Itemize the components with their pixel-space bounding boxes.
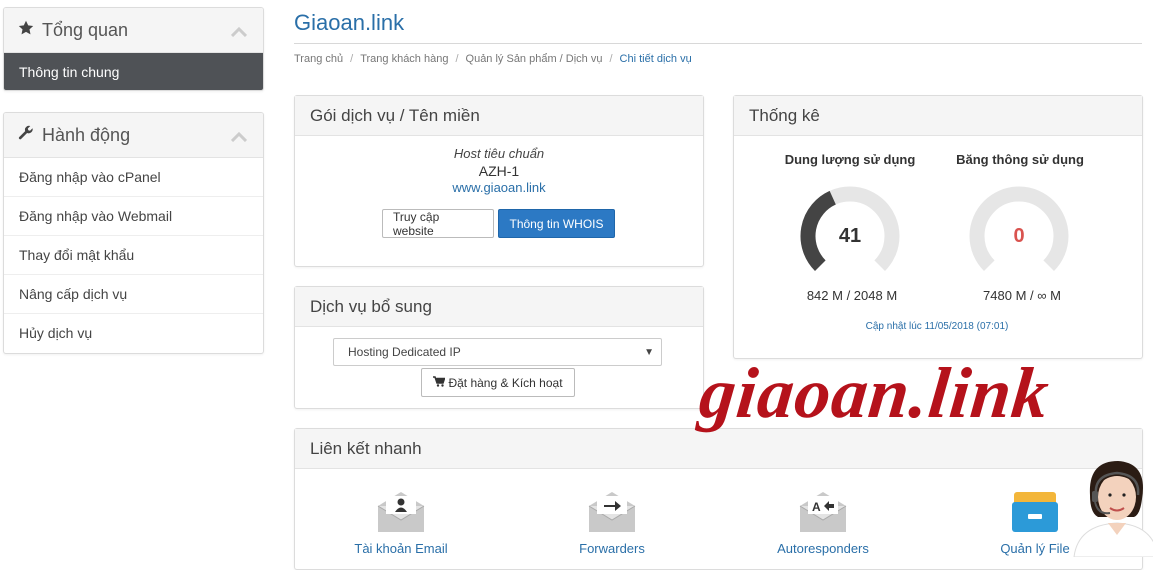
whois-button[interactable]: Thông tin WHOIS bbox=[498, 209, 615, 238]
breadcrumb-products[interactable]: Quản lý Sản phẩm / Dịch vụ bbox=[466, 53, 603, 65]
service-panel-header: Gói dịch vụ / Tên miền bbox=[295, 96, 703, 136]
disk-usage-value: 842 M / 2048 M bbox=[806, 288, 898, 303]
support-avatar bbox=[1073, 461, 1153, 557]
addons-panel-header: Dịch vụ bổ sung bbox=[295, 287, 703, 327]
svg-text:A: A bbox=[812, 500, 821, 514]
caret-down-icon: ▼ bbox=[644, 347, 654, 358]
breadcrumb-client-area[interactable]: Trang khách hàng bbox=[360, 53, 448, 65]
quick-link-label: Tài khoản Email bbox=[354, 541, 448, 556]
service-panel: Gói dịch vụ / Tên miền Host tiêu chuẩn A… bbox=[294, 95, 704, 267]
package-name: AZH-1 bbox=[478, 163, 520, 179]
watermark-logo: giaoan.link bbox=[695, 353, 1054, 433]
addon-select[interactable]: Hosting Dedicated IP ▼ bbox=[333, 338, 662, 366]
sidebar-item-general-info[interactable]: Thông tin chung bbox=[4, 53, 263, 90]
sidebar-item-webmail-login[interactable]: Đăng nhập vào Webmail bbox=[4, 196, 263, 235]
package-group: Host tiêu chuẩn bbox=[453, 146, 545, 161]
quick-link-forwarders[interactable]: Forwarders bbox=[537, 490, 687, 556]
file-manager-icon bbox=[1010, 492, 1060, 537]
sidebar-item-change-password[interactable]: Thay đổi mật khẩu bbox=[4, 235, 263, 274]
star-icon bbox=[18, 20, 34, 41]
sidebar-item-cancel-service[interactable]: Hủy dịch vụ bbox=[4, 313, 263, 352]
service-panel-title: Gói dịch vụ / Tên miền bbox=[310, 105, 480, 125]
addons-panel-title: Dịch vụ bổ sung bbox=[310, 296, 432, 316]
title-divider bbox=[294, 43, 1142, 44]
sidebar-overview-title: Tổng quan bbox=[42, 19, 129, 40]
chevron-up-icon[interactable] bbox=[230, 129, 248, 147]
page-title: Giaoan.link bbox=[294, 10, 405, 35]
chevron-up-icon[interactable] bbox=[230, 24, 248, 42]
autoresponders-icon: A bbox=[798, 492, 848, 537]
sidebar-actions-header[interactable]: Hành động bbox=[4, 113, 263, 158]
sidebar-actions-list: Đăng nhập vào cPanel Đăng nhập vào Webma… bbox=[4, 158, 263, 352]
sidebar-item-cpanel-login[interactable]: Đăng nhập vào cPanel bbox=[4, 158, 263, 196]
breadcrumb-current: Chi tiết dịch vụ bbox=[619, 53, 692, 65]
sidebar-item-upgrade[interactable]: Nâng cấp dịch vụ bbox=[4, 274, 263, 313]
quick-links-header: Liên kết nhanh bbox=[295, 429, 1142, 469]
quick-link-label: Autoresponders bbox=[777, 541, 869, 556]
sidebar-overview-panel: Tổng quan Thông tin chung bbox=[3, 7, 264, 91]
cart-icon bbox=[433, 375, 446, 390]
disk-usage-percent: 41 bbox=[838, 225, 862, 247]
breadcrumb: Trang chủ / Trang khách hàng / Quản lý S… bbox=[294, 53, 692, 65]
breadcrumb-separator: / bbox=[350, 53, 354, 65]
bandwidth-usage-percent: 0 bbox=[1013, 225, 1025, 247]
wrench-icon bbox=[18, 125, 34, 146]
sidebar-overview-header[interactable]: Tổng quan bbox=[4, 8, 263, 53]
stats-updated-time: Cập nhật lúc 11/05/2018 (07:01) bbox=[865, 321, 1009, 332]
domain-link[interactable]: www.giaoan.link bbox=[295, 180, 703, 195]
bandwidth-usage-value: 7480 M / ∞ M bbox=[983, 288, 1061, 303]
breadcrumb-separator: / bbox=[455, 53, 459, 65]
quick-link-email-accounts[interactable]: Tài khoản Email bbox=[326, 490, 476, 556]
quick-links-title: Liên kết nhanh bbox=[310, 438, 422, 458]
visit-website-button[interactable]: Truy cập website bbox=[382, 209, 494, 238]
order-addon-button[interactable]: Đặt hàng & Kích hoạt bbox=[421, 368, 575, 397]
quick-link-label: Forwarders bbox=[579, 541, 645, 556]
order-addon-label: Đặt hàng & Kích hoạt bbox=[448, 375, 563, 390]
quick-link-autoresponders[interactable]: A Autoresponders bbox=[748, 490, 898, 556]
forwarders-icon bbox=[587, 492, 637, 537]
breadcrumb-separator: / bbox=[609, 53, 613, 65]
sidebar-actions-panel: Hành động Đăng nhập vào cPanel Đăng nhập… bbox=[3, 112, 264, 354]
bandwidth-usage-label: Băng thông sử dụng bbox=[956, 152, 1084, 167]
addon-select-value: Hosting Dedicated IP bbox=[348, 345, 461, 359]
breadcrumb-home[interactable]: Trang chủ bbox=[294, 53, 343, 65]
service-actions: Truy cập website Thông tin WHOIS bbox=[382, 209, 615, 238]
email-account-icon bbox=[376, 492, 426, 537]
disk-usage-label: Dung lượng sử dụng bbox=[784, 152, 916, 167]
sidebar-actions-title: Hành động bbox=[42, 124, 131, 145]
stats-panel-header: Thống kê bbox=[734, 96, 1142, 136]
stats-panel-title: Thống kê bbox=[749, 105, 820, 125]
